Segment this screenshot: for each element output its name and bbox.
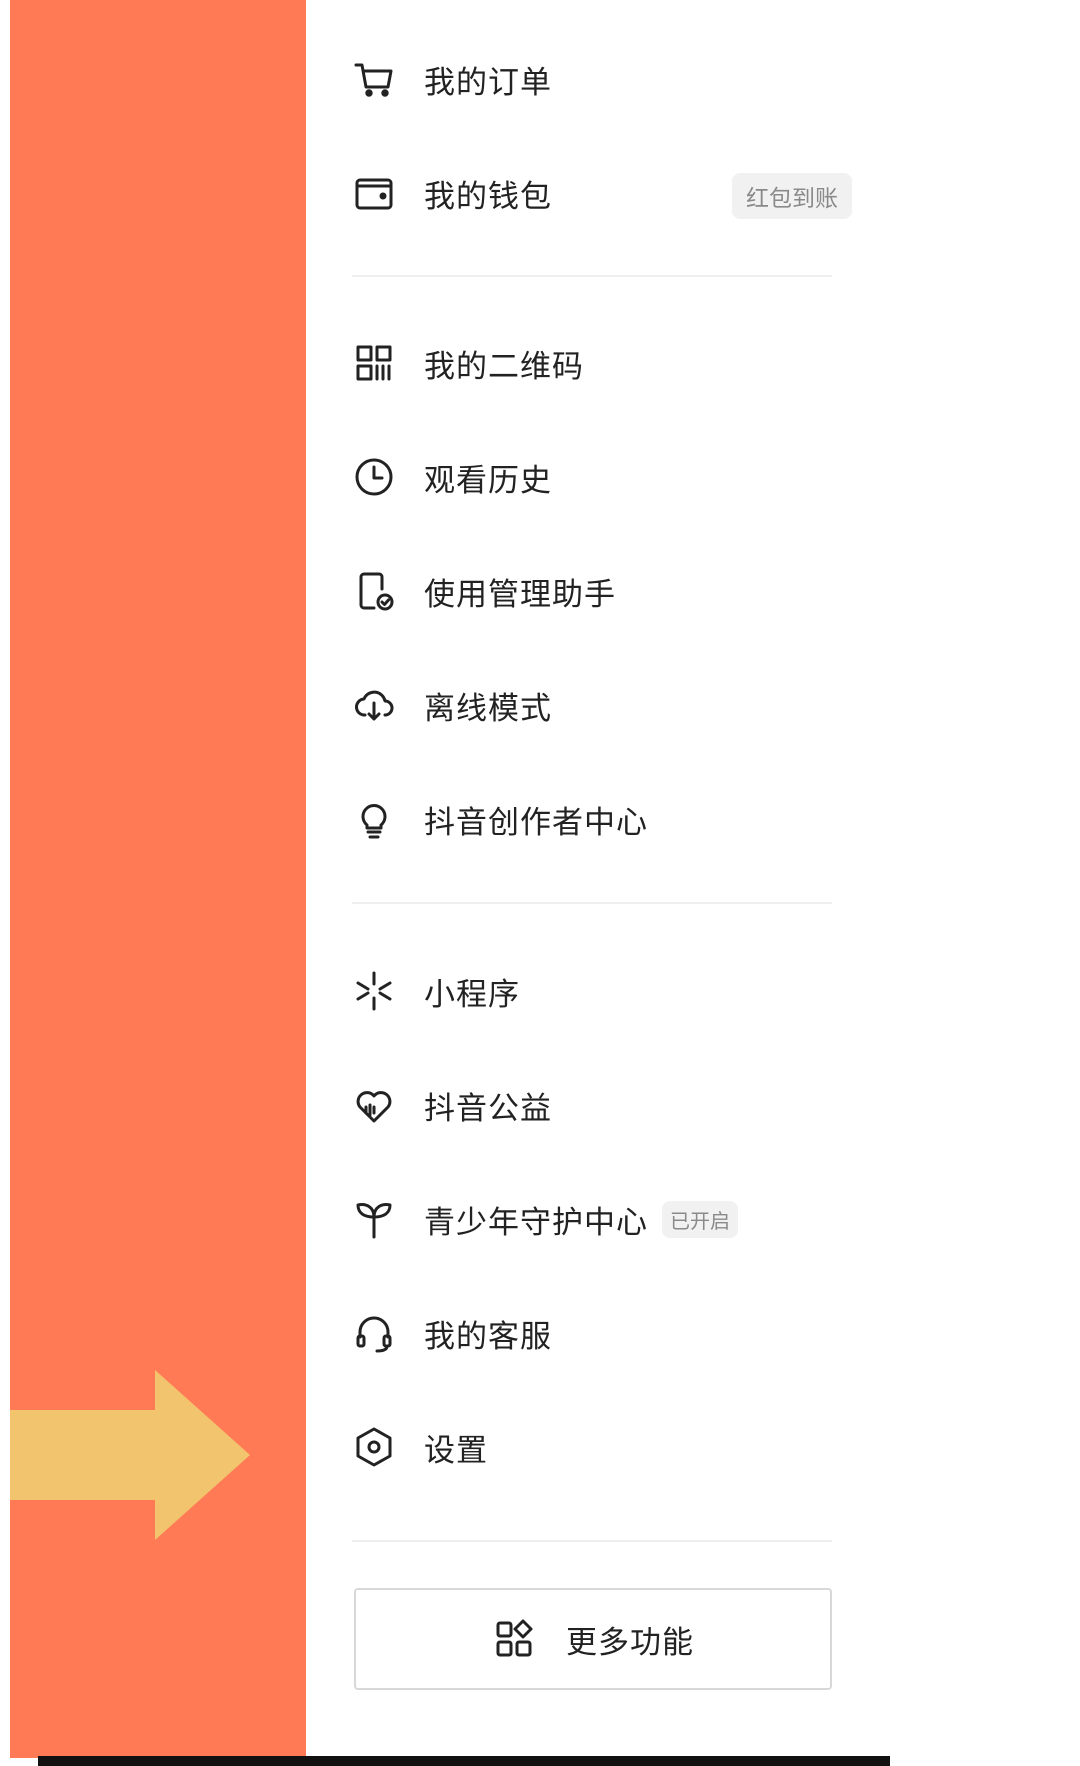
bottom-edge-bar [38, 1756, 890, 1766]
divider [352, 1540, 832, 1542]
wallet-icon [352, 171, 396, 215]
menu-item-mini-programs[interactable]: 小程序 [352, 956, 852, 1026]
menu-item-orders[interactable]: 我的订单 [352, 44, 852, 114]
menu-item-history[interactable]: 观看历史 [352, 442, 852, 512]
menu-item-youth-protection[interactable]: 青少年守护中心 已开启 [352, 1184, 852, 1254]
menu-item-label: 抖音公益 [424, 1090, 552, 1127]
menu-item-offline-mode[interactable]: 离线模式 [352, 670, 852, 740]
settings-hexagon-icon [352, 1425, 396, 1469]
menu-item-usage-assistant[interactable]: 使用管理助手 [352, 556, 852, 626]
more-features-label: 更多功能 [566, 1624, 694, 1661]
lightbulb-icon [352, 797, 396, 841]
menu-item-customer-service[interactable]: 我的客服 [352, 1298, 852, 1368]
cloud-download-icon [352, 683, 396, 727]
wallet-badge: 红包到账 [732, 173, 852, 219]
menu-item-label: 我的二维码 [424, 348, 584, 385]
more-features-button[interactable]: 更多功能 [354, 1588, 832, 1690]
grid-apps-icon [492, 1617, 536, 1661]
qr-code-icon [352, 341, 396, 385]
divider [352, 902, 832, 904]
headset-icon [352, 1311, 396, 1355]
menu-item-label: 青少年守护中心 [424, 1204, 648, 1241]
arrow-right-icon [10, 1370, 250, 1540]
menu-item-label: 我的客服 [424, 1318, 552, 1355]
menu-item-label: 抖音创作者中心 [424, 804, 648, 841]
menu-item-qr-code[interactable]: 我的二维码 [352, 328, 852, 398]
menu-item-settings[interactable]: 设置 [352, 1412, 852, 1482]
menu-item-label: 小程序 [424, 976, 520, 1013]
spark-icon [352, 969, 396, 1013]
phone-check-icon [352, 569, 396, 613]
menu-item-label: 离线模式 [424, 690, 552, 727]
heart-icon [352, 1083, 396, 1127]
menu-item-label: 我的订单 [424, 64, 552, 101]
menu-item-label: 使用管理助手 [424, 576, 616, 613]
menu-item-creator-center[interactable]: 抖音创作者中心 [352, 784, 852, 854]
menu-item-label: 观看历史 [424, 462, 552, 499]
sprout-icon [352, 1197, 396, 1241]
menu-item-charity[interactable]: 抖音公益 [352, 1070, 852, 1140]
menu-item-wallet[interactable]: 我的钱包 红包到账 [352, 158, 852, 228]
menu-item-label: 设置 [424, 1432, 488, 1469]
menu-item-label: 我的钱包 [424, 178, 552, 215]
clock-icon [352, 455, 396, 499]
divider [352, 275, 832, 277]
cart-icon [352, 57, 396, 101]
youth-protection-badge: 已开启 [662, 1200, 738, 1238]
screen: 我的订单 我的钱包 红包到账 我的二维码 观看历史 使用管理助手 离线模式 抖音… [0, 0, 1080, 1766]
